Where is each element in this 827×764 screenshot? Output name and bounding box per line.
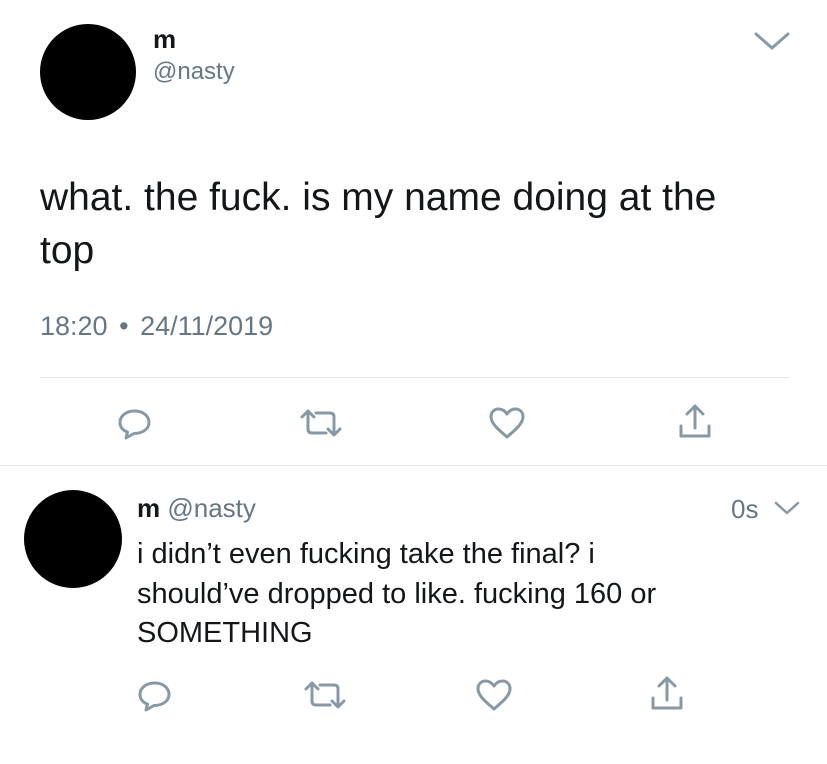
chevron-down-icon [753,30,791,52]
tweet-separator [0,465,827,466]
main-like-button[interactable] [487,405,527,441]
main-reply-button[interactable] [115,403,155,443]
main-share-button[interactable] [675,402,715,442]
retweet-icon [302,677,348,713]
main-tweet-display-name[interactable]: m [153,24,176,54]
reply-tweet-display-name[interactable]: m [137,493,160,523]
like-heart-icon [474,677,514,713]
reply-icon [135,675,175,715]
main-tweet-timestamp: 18:20 • 24/11/2019 [40,310,273,342]
reply-retweet-button[interactable] [302,677,348,713]
reply-like-button[interactable] [474,677,514,713]
reply-tweet-age: 0s [731,494,759,524]
reply-icon [115,403,155,443]
reply-tweet-handle[interactable]: @nasty [167,493,256,523]
like-heart-icon [487,405,527,441]
reply-reply-button[interactable] [135,675,175,715]
main-tweet-date: 24/11/2019 [140,311,274,341]
timestamp-separator: • [119,311,129,341]
share-icon [675,402,715,442]
reply-tweet-header: m @nasty [137,492,256,524]
main-tweet-divider [40,377,789,378]
retweet-icon [298,405,344,441]
main-tweet-avatar[interactable] [40,24,136,120]
main-tweet-text-line-2: top [40,229,95,272]
main-tweet-time: 18:20 [40,311,108,341]
share-icon [647,674,687,714]
reply-tweet-menu-button[interactable] [773,499,801,517]
reply-tweet-text-line-2: should’ve dropped to like. fucking 160 o… [137,578,657,610]
reply-share-button[interactable] [647,674,687,714]
reply-tweet-avatar[interactable] [24,490,122,588]
main-tweet-menu-button[interactable] [753,30,791,52]
reply-tweet-text-line-3: SOMETHING [137,617,313,649]
reply-tweet-text-line-1: i didn’t even fucking take the final? i [137,538,595,570]
main-tweet-text-line-1: what. the fuck. is my name doing at the [40,176,717,219]
main-tweet-handle[interactable]: @nasty [153,58,235,86]
main-retweet-button[interactable] [298,405,344,441]
chevron-down-icon [773,499,801,517]
